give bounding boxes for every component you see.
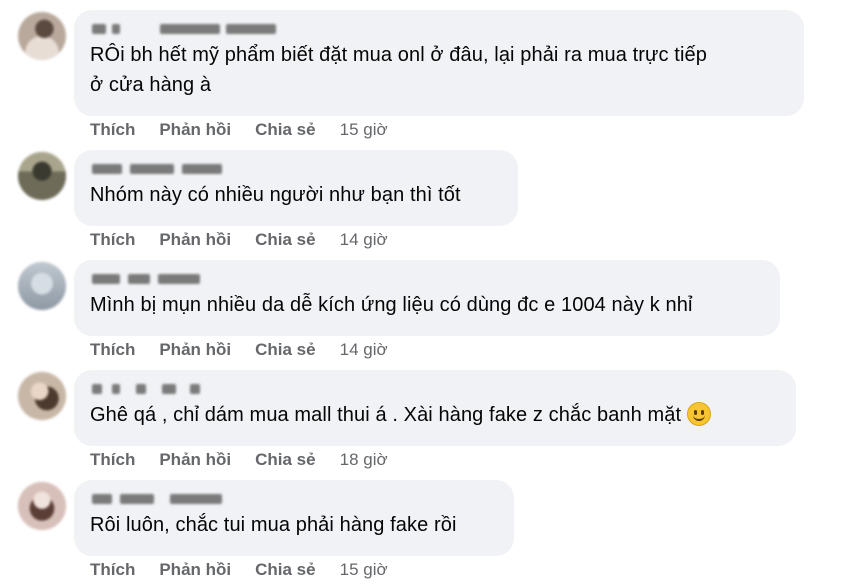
- share-button[interactable]: Chia sẻ: [255, 340, 315, 360]
- comment-actions: Thích Phản hồi Chia sẻ 14 giờ: [90, 338, 388, 362]
- comment-text: RÔi bh hết mỹ phẩm biết đặt mua onl ở đâ…: [90, 44, 707, 96]
- like-button[interactable]: Thích: [90, 120, 135, 140]
- comment-timestamp[interactable]: 14 giờ: [340, 340, 388, 360]
- comment-bubble: Rôi luôn, chắc tui mua phải hàng fake rồ…: [74, 480, 514, 556]
- comment-timestamp[interactable]: 15 giờ: [340, 560, 388, 580]
- avatar[interactable]: [18, 482, 66, 530]
- comment-actions: Thích Phản hồi Chia sẻ 14 giờ: [90, 228, 388, 252]
- commenter-name-blurred[interactable]: [90, 488, 498, 510]
- avatar[interactable]: [18, 372, 66, 420]
- comment-actions: Thích Phản hồi Chia sẻ 15 giờ: [90, 118, 388, 142]
- smiling-face-emoji-icon: [687, 402, 712, 426]
- commenter-name-blurred[interactable]: [90, 268, 764, 290]
- share-button[interactable]: Chia sẻ: [255, 120, 315, 140]
- like-button[interactable]: Thích: [90, 230, 135, 250]
- like-button[interactable]: Thích: [90, 450, 135, 470]
- comment-bubble: RÔi bh hết mỹ phẩm biết đặt mua onl ở đâ…: [74, 10, 804, 116]
- share-button[interactable]: Chia sẻ: [255, 560, 315, 580]
- comment-bubble: Mình bị mụn nhiều da dễ kích ứng liệu có…: [74, 260, 780, 336]
- reply-button[interactable]: Phản hồi: [159, 230, 231, 250]
- comment-text: Nhóm này có nhiều người như bạn thì tốt: [90, 184, 461, 206]
- avatar[interactable]: [18, 12, 66, 60]
- commenter-name-blurred[interactable]: [90, 378, 780, 400]
- reply-button[interactable]: Phản hồi: [159, 450, 231, 470]
- like-button[interactable]: Thích: [90, 340, 135, 360]
- comment-text: Mình bị mụn nhiều da dễ kích ứng liệu có…: [90, 294, 693, 316]
- comment-actions: Thích Phản hồi Chia sẻ 18 giờ: [90, 448, 388, 472]
- commenter-name-blurred[interactable]: [90, 18, 788, 40]
- avatar[interactable]: [18, 262, 66, 310]
- avatar[interactable]: [18, 152, 66, 200]
- reply-button[interactable]: Phản hồi: [159, 120, 231, 140]
- share-button[interactable]: Chia sẻ: [255, 230, 315, 250]
- comment-timestamp[interactable]: 14 giờ: [340, 230, 388, 250]
- comment-text: Rôi luôn, chắc tui mua phải hàng fake rồ…: [90, 514, 457, 536]
- comment-bubble: Nhóm này có nhiều người như bạn thì tốt: [74, 150, 518, 226]
- reply-button[interactable]: Phản hồi: [159, 560, 231, 580]
- comment-text-content: Ghê qá , chỉ dám mua mall thui á . Xài h…: [90, 404, 682, 426]
- commenter-name-blurred[interactable]: [90, 158, 502, 180]
- comment-bubble: Ghê qá , chỉ dám mua mall thui á . Xài h…: [74, 370, 796, 446]
- share-button[interactable]: Chia sẻ: [255, 450, 315, 470]
- reply-button[interactable]: Phản hồi: [159, 340, 231, 360]
- comment-timestamp[interactable]: 15 giờ: [340, 120, 388, 140]
- comment-timestamp[interactable]: 18 giờ: [340, 450, 388, 470]
- comment-text: Ghê qá , chỉ dám mua mall thui á . Xài h…: [90, 400, 780, 430]
- comment-actions: Thích Phản hồi Chia sẻ 15 giờ: [90, 558, 388, 582]
- like-button[interactable]: Thích: [90, 560, 135, 580]
